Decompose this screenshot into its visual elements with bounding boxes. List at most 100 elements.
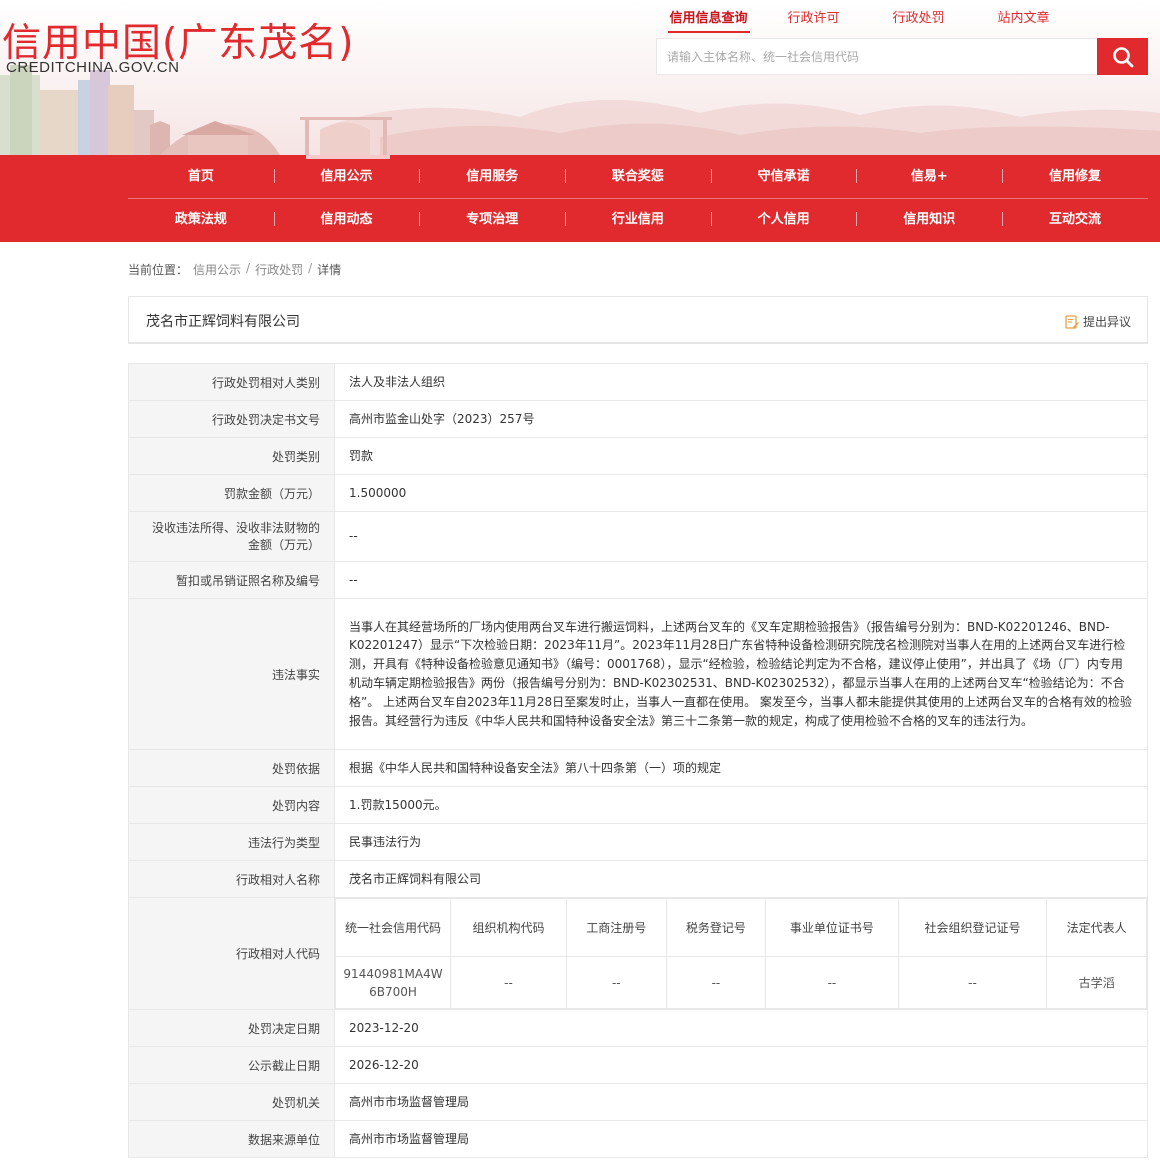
search-bar xyxy=(656,38,1148,75)
nav-item-policies[interactable]: 政策法规 xyxy=(128,198,274,241)
field-value: 民事违法行为 xyxy=(334,823,1148,861)
edit-document-icon xyxy=(1065,314,1079,329)
nav-item-credit-commitment[interactable]: 守信承诺 xyxy=(710,155,857,198)
nav-row-2: 政策法规 信用动态 专项治理 行业信用 个人信用 信用知识 互动交流 xyxy=(128,198,1148,241)
nav-item-credit-service[interactable]: 信用服务 xyxy=(419,155,565,198)
field-label: 处罚机关 xyxy=(128,1083,335,1121)
nav-item-credit-repair[interactable]: 信用修复 xyxy=(1002,155,1148,198)
field-value: 当事人在其经营场所的厂场内使用两台叉车进行搬运饲料，上述两台叉车的《叉车定期检验… xyxy=(334,598,1148,750)
code-header: 工商注册号 xyxy=(566,898,667,957)
nav-item-xinyi-plus[interactable]: 信易+ xyxy=(856,155,1002,198)
main-nav: 首页 信用公示 信用服务 联合奖惩 守信承诺 信易+ 信用修复 政策法规 信用动… xyxy=(0,155,1160,242)
record-title-bar: 茂名市正辉饲料有限公司 提出异议 xyxy=(128,296,1148,344)
search-icon xyxy=(1112,46,1133,67)
nav-item-credit-knowledge[interactable]: 信用知识 xyxy=(856,198,1002,241)
table-row: 行政相对人名称 茂名市正辉饲料有限公司 xyxy=(128,860,1148,898)
penalty-detail-table: 行政处罚相对人类别 法人及非法人组织 行政处罚决定书文号 高州市监金山处字（20… xyxy=(128,363,1148,1158)
field-label: 公示截止日期 xyxy=(128,1046,335,1084)
field-label: 罚款金额（万元） xyxy=(128,474,335,512)
site-logo-domain: CREDITCHINA.GOV.CN xyxy=(6,59,180,76)
top-links: 信用信息查询 行政许可 行政处罚 站内文章 xyxy=(656,7,1146,33)
field-value: 罚款 xyxy=(334,437,1148,475)
table-row: 处罚机关 高州市市场监督管理局 xyxy=(128,1083,1148,1121)
top-link-admin-license[interactable]: 行政许可 xyxy=(761,7,866,33)
code-header: 统一社会信用代码 xyxy=(335,898,451,957)
code-header-row: 统一社会信用代码 组织机构代码 工商注册号 税务登记号 事业单位证书号 社会组织… xyxy=(335,898,1147,957)
code-header: 法定代表人 xyxy=(1046,898,1147,957)
breadcrumb-admin-penalty[interactable]: 行政处罚 xyxy=(255,261,303,278)
nav-item-credit-news[interactable]: 信用动态 xyxy=(273,198,420,241)
field-label: 行政相对人名称 xyxy=(128,860,335,898)
table-row: 处罚决定日期 2023-12-20 xyxy=(128,1009,1148,1047)
field-label: 没收违法所得、没收非法财物的金额（万元） xyxy=(128,511,335,562)
table-row: 处罚依据 根据《中华人民共和国特种设备安全法》第八十四条第（一）项的规定 xyxy=(128,749,1148,787)
breadcrumb-credit-publicity[interactable]: 信用公示 xyxy=(193,261,241,278)
code-value: -- xyxy=(665,956,767,1009)
nav-item-joint-rewards[interactable]: 联合奖惩 xyxy=(565,155,711,198)
table-row: 处罚类别 罚款 xyxy=(128,437,1148,475)
table-row: 数据来源单位 高州市市场监督管理局 xyxy=(128,1120,1148,1158)
search-input[interactable] xyxy=(656,38,1097,75)
code-header: 事业单位证书号 xyxy=(765,898,899,957)
code-value: -- xyxy=(450,956,567,1009)
site-header: 信用中国(广东茂名) CREDITCHINA.GOV.CN 信用信息查询 行政许… xyxy=(0,0,1160,155)
field-value: -- xyxy=(334,561,1148,599)
code-value: -- xyxy=(897,956,1048,1009)
field-value: 高州市市场监督管理局 xyxy=(334,1120,1148,1158)
field-label: 数据来源单位 xyxy=(128,1120,335,1158)
field-label: 行政处罚决定书文号 xyxy=(128,400,335,438)
field-label: 行政处罚相对人类别 xyxy=(128,363,335,401)
nav-item-interaction[interactable]: 互动交流 xyxy=(1002,198,1148,241)
field-label: 违法事实 xyxy=(128,598,335,750)
code-value: 古学滔 xyxy=(1046,956,1147,1009)
field-value: 高州市监金山处字（2023）257号 xyxy=(334,400,1148,438)
field-value: 1.500000 xyxy=(334,474,1148,512)
field-value: -- xyxy=(334,511,1148,562)
code-header: 税务登记号 xyxy=(665,898,767,957)
breadcrumb-separator: / xyxy=(308,261,313,275)
code-table-cell: 统一社会信用代码 组织机构代码 工商注册号 税务登记号 事业单位证书号 社会组织… xyxy=(334,897,1148,1010)
table-row: 罚款金额（万元） 1.500000 xyxy=(128,474,1148,512)
code-header: 组织机构代码 xyxy=(450,898,567,957)
table-row: 违法事实 当事人在其经营场所的厂场内使用两台叉车进行搬运饲料，上述两台叉车的《叉… xyxy=(128,598,1148,750)
nav-item-industry-credit[interactable]: 行业信用 xyxy=(565,198,711,241)
field-value: 法人及非法人组织 xyxy=(334,363,1148,401)
code-value: -- xyxy=(566,956,667,1009)
top-link-site-articles[interactable]: 站内文章 xyxy=(971,7,1076,33)
breadcrumb: 当前位置： 信用公示 / 行政处罚 / 详情 xyxy=(128,261,341,278)
nav-row-1: 首页 信用公示 信用服务 联合奖惩 守信承诺 信易+ 信用修复 xyxy=(128,155,1148,198)
search-button[interactable] xyxy=(1097,38,1148,75)
nav-item-credit-publicity[interactable]: 信用公示 xyxy=(273,155,420,198)
field-label: 处罚依据 xyxy=(128,749,335,787)
breadcrumb-prefix: 当前位置： xyxy=(128,263,189,277)
field-value: 2023-12-20 xyxy=(334,1009,1148,1047)
nav-item-personal-credit[interactable]: 个人信用 xyxy=(710,198,857,241)
field-label: 处罚决定日期 xyxy=(128,1009,335,1047)
field-value: 根据《中华人民共和国特种设备安全法》第八十四条第（一）项的规定 xyxy=(334,749,1148,787)
nav-item-special-governance[interactable]: 专项治理 xyxy=(419,198,565,241)
table-row: 行政相对人代码 统一社会信用代码 组织机构代码 工商注册号 税务登记号 事业单位… xyxy=(128,897,1148,1010)
raise-objection-button[interactable]: 提出异议 xyxy=(1065,313,1131,330)
table-row: 行政处罚相对人类别 法人及非法人组织 xyxy=(128,363,1148,401)
table-row: 处罚内容 1.罚款15000元。 xyxy=(128,786,1148,824)
entity-code-table: 统一社会信用代码 组织机构代码 工商注册号 税务登记号 事业单位证书号 社会组织… xyxy=(335,898,1147,1009)
field-value: 茂名市正辉饲料有限公司 xyxy=(334,860,1148,898)
breadcrumb-current: 详情 xyxy=(317,263,342,277)
table-row: 违法行为类型 民事违法行为 xyxy=(128,823,1148,861)
table-row: 暂扣或吊销证照名称及编号 -- xyxy=(128,561,1148,599)
field-label: 行政相对人代码 xyxy=(128,897,335,1010)
table-row: 公示截止日期 2026-12-20 xyxy=(128,1046,1148,1084)
top-link-admin-penalty[interactable]: 行政处罚 xyxy=(866,7,971,33)
field-label: 暂扣或吊销证照名称及编号 xyxy=(128,561,335,599)
code-value-row: 91440981MA4W6B700H -- -- -- -- -- 古学滔 xyxy=(335,956,1147,1009)
code-header: 社会组织登记证号 xyxy=(897,898,1048,957)
table-row: 行政处罚决定书文号 高州市监金山处字（2023）257号 xyxy=(128,400,1148,438)
field-value: 高州市市场监督管理局 xyxy=(334,1083,1148,1121)
field-value: 2026-12-20 xyxy=(334,1046,1148,1084)
code-value: -- xyxy=(765,956,899,1009)
nav-item-home[interactable]: 首页 xyxy=(128,155,274,198)
company-title: 茂名市正辉饲料有限公司 xyxy=(146,314,300,330)
field-label: 违法行为类型 xyxy=(128,823,335,861)
field-label: 处罚类别 xyxy=(128,437,335,475)
top-link-credit-query[interactable]: 信用信息查询 xyxy=(656,7,761,33)
